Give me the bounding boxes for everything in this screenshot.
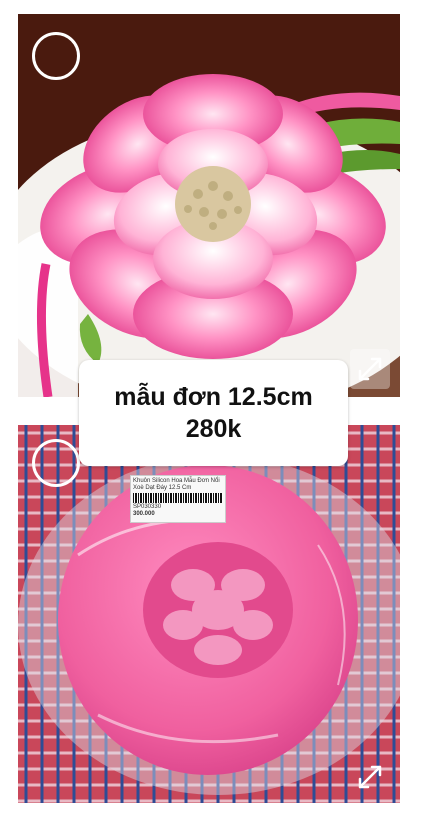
- price-tag-price: 300.000: [133, 511, 155, 517]
- price-tag: Khuôn Silicon Hoa Mẫu Đơn Nổi Xoè Dạt Đá…: [130, 475, 226, 523]
- price-tag-sku: SP030330: [133, 504, 162, 510]
- caption-title: mẫu đơn 12.5cm: [114, 383, 313, 411]
- price-caption: mẫu đơn 12.5cm 280k: [79, 360, 348, 466]
- caption-price: 280k: [185, 415, 242, 443]
- price-tag-text: Khuôn Silicon Hoa Mẫu Đơn Nổi Xoè Dạt Đá…: [133, 478, 220, 491]
- select-circle-icon[interactable]: [32, 439, 80, 487]
- peony-cake-image: [18, 14, 400, 397]
- select-circle-icon[interactable]: [32, 32, 80, 80]
- barcode: [133, 493, 223, 503]
- expand-icon[interactable]: [350, 757, 390, 797]
- photo-peony-mold[interactable]: Khuôn Silicon Hoa Mẫu Đơn Nổi Xoè Dạt Đá…: [18, 425, 400, 803]
- expand-icon[interactable]: [350, 349, 390, 389]
- photo-peony-cake[interactable]: [18, 14, 400, 397]
